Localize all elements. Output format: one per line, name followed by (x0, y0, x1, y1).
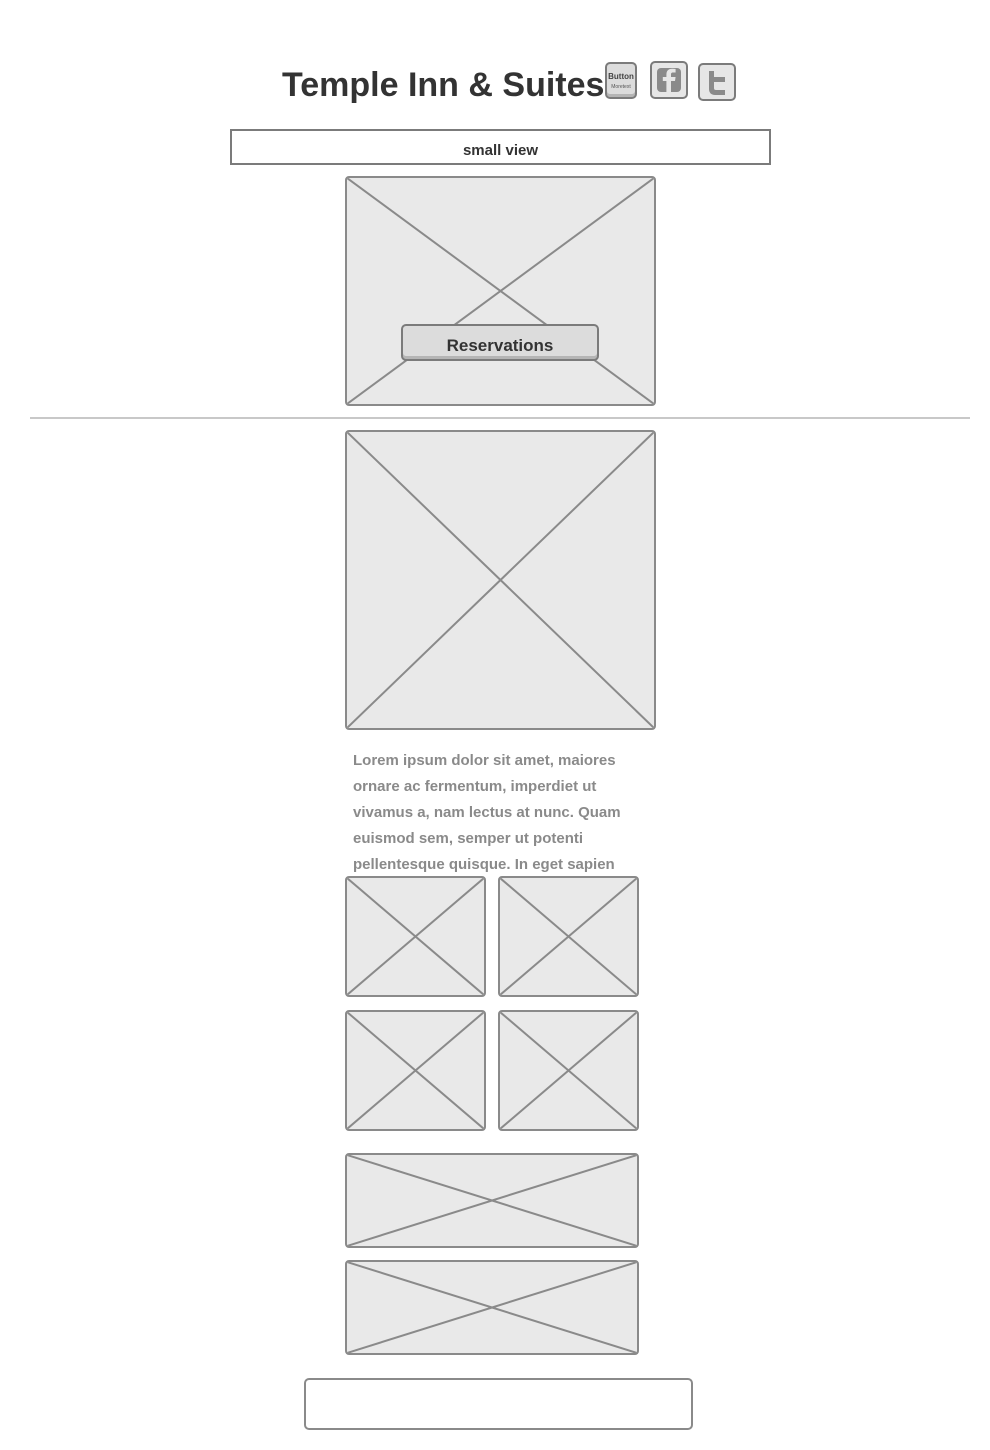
intro-paragraph: Lorem ipsum dolor sit amet, maiores orna… (353, 752, 621, 873)
twitter-button[interactable] (698, 63, 736, 101)
section-divider (30, 417, 970, 419)
generic-button-label: Button (608, 72, 634, 81)
footer-box (304, 1378, 693, 1430)
thumbnail-image-placeholder (498, 1010, 639, 1131)
generic-button-sublabel: Moretext (611, 84, 631, 90)
facebook-button[interactable] (650, 61, 688, 99)
generic-button[interactable]: Button Moretext (605, 62, 637, 99)
thumbnail-image-placeholder (345, 876, 486, 997)
main-image-placeholder (345, 430, 656, 730)
page-title: Temple Inn & Suites (282, 66, 605, 104)
thumbnail-image-placeholder (498, 876, 639, 997)
reservations-button[interactable]: Reservations (401, 324, 599, 361)
banner-image-placeholder (345, 1153, 639, 1248)
thumbnail-image-placeholder (345, 1010, 486, 1131)
small-view-bar[interactable]: small view (230, 129, 771, 165)
twitter-icon (709, 71, 725, 95)
facebook-icon (657, 68, 681, 92)
hero-image-placeholder (345, 176, 656, 406)
banner-image-placeholder (345, 1260, 639, 1355)
